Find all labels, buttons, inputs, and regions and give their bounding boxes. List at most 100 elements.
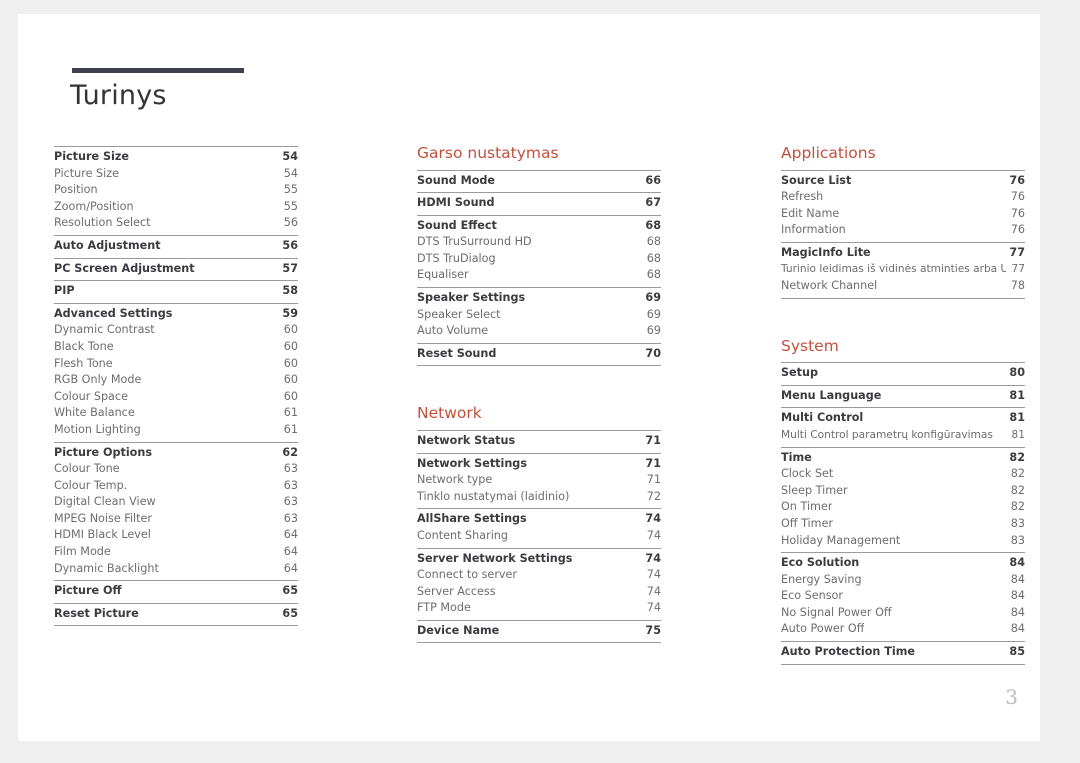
toc-group: Eco Solution 84 Energy Saving 84 Eco Sensor 8… bbox=[781, 552, 1025, 641]
toc-entry-sub[interactable]: Position 55 bbox=[54, 182, 298, 199]
toc-entry-sub[interactable]: DTS TruDialog 68 bbox=[417, 251, 661, 268]
toc-entry-page: 68 bbox=[645, 218, 661, 232]
toc-entry-page: 56 bbox=[283, 216, 298, 230]
toc-entry-main[interactable]: Source List 76 bbox=[781, 173, 1025, 190]
toc-entry-sub[interactable]: Digital Clean View 63 bbox=[54, 494, 298, 511]
toc-entry-label: Film Mode bbox=[54, 545, 111, 559]
toc-entry-label: MagicInfo Lite bbox=[781, 245, 871, 259]
toc-entry-main[interactable]: PC Screen Adjustment 57 bbox=[54, 261, 298, 278]
toc-entry-sub[interactable]: Black Tone 60 bbox=[54, 339, 298, 356]
toc-entry-page: 84 bbox=[1010, 605, 1025, 619]
toc-entry-sub[interactable]: Energy Saving 84 bbox=[781, 572, 1025, 589]
toc-entry-sub[interactable]: Tinklo nustatymai (laidinio) 72 bbox=[417, 489, 661, 506]
toc-entry-label: No Signal Power Off bbox=[781, 605, 892, 619]
toc-entry-sub[interactable]: Eco Sensor 84 bbox=[781, 588, 1025, 605]
toc-entry-page: 55 bbox=[283, 183, 298, 197]
toc-entry-sub[interactable]: Sleep Timer 82 bbox=[781, 483, 1025, 500]
toc-entry-page: 74 bbox=[646, 528, 661, 542]
toc-entry-main[interactable]: Advanced Settings 59 bbox=[54, 306, 298, 323]
toc-entry-sub[interactable]: Zoom/Position 55 bbox=[54, 199, 298, 216]
toc-entry-sub[interactable]: Film Mode 64 bbox=[54, 544, 298, 561]
toc-column-2: Garso nustatymas Sound Mode 66 HDMI Sound 67… bbox=[417, 145, 661, 644]
toc-entry-sub[interactable]: Colour Space 60 bbox=[54, 389, 298, 406]
toc-entry-label: Sound Effect bbox=[417, 218, 497, 232]
toc-entry-label: Speaker Settings bbox=[417, 291, 526, 305]
toc-entry-main[interactable]: Auto Protection Time 85 bbox=[781, 644, 1025, 661]
toc-entry-main[interactable]: Picture Size 54 bbox=[54, 149, 298, 166]
toc-group: Menu Language 81 bbox=[781, 384, 1025, 408]
toc-entry-sub[interactable]: FTP Mode 74 bbox=[417, 600, 661, 617]
toc-entry-sub[interactable]: No Signal Power Off 84 bbox=[781, 605, 1025, 622]
toc-entry-main[interactable]: Sound Mode 66 bbox=[417, 173, 661, 190]
toc-entry-main[interactable]: Time 82 bbox=[781, 450, 1025, 467]
toc-entry-label: Server Network Settings bbox=[417, 551, 573, 565]
toc-entry-main[interactable]: PIP 58 bbox=[54, 283, 298, 300]
toc-entry-label: FTP Mode bbox=[417, 601, 471, 615]
toc-entry-main[interactable]: Picture Options 62 bbox=[54, 445, 298, 462]
toc-entry-page: 82 bbox=[1010, 467, 1025, 481]
toc-entry-main[interactable]: Multi Control 81 bbox=[781, 410, 1025, 427]
toc-entry-sub[interactable]: Clock Set 82 bbox=[781, 466, 1025, 483]
toc-entry-main[interactable]: Reset Sound 70 bbox=[417, 346, 661, 363]
toc-group: Picture Off 65 bbox=[54, 580, 298, 603]
toc-entry-sub[interactable]: DTS TruSurround HD 68 bbox=[417, 234, 661, 251]
toc-entry-sub[interactable]: Colour Tone 63 bbox=[54, 461, 298, 478]
toc-entry-label: Refresh bbox=[781, 190, 824, 204]
toc-entry-sub[interactable]: MPEG Noise Filter 63 bbox=[54, 511, 298, 528]
toc-entry-sub[interactable]: Edit Name 76 bbox=[781, 206, 1025, 223]
toc-group: Device Name 75 bbox=[417, 619, 661, 644]
toc-entry-page: 63 bbox=[283, 511, 298, 525]
toc-entry-main[interactable]: Eco Solution 84 bbox=[781, 555, 1025, 572]
toc-entry-label: Zoom/Position bbox=[54, 199, 134, 213]
toc-entry-sub[interactable]: Picture Size 54 bbox=[54, 166, 298, 183]
toc-entry-main[interactable]: Sound Effect 68 bbox=[417, 218, 661, 235]
toc-entry-sub[interactable]: On Timer 82 bbox=[781, 499, 1025, 516]
toc-entry-label: Motion Lighting bbox=[54, 422, 141, 436]
toc-entry-sub[interactable]: Auto Power Off 84 bbox=[781, 621, 1025, 638]
toc-entry-main[interactable]: Speaker Settings 69 bbox=[417, 290, 661, 307]
toc-entry-label: Colour Space bbox=[54, 389, 128, 403]
toc-entry-main[interactable]: Network Settings 71 bbox=[417, 456, 661, 473]
toc-entry-label: Device Name bbox=[417, 623, 500, 637]
toc-entry-page: 84 bbox=[1010, 572, 1025, 586]
toc-group: Sound Mode 66 bbox=[417, 169, 661, 193]
toc-entry-sub[interactable]: Equaliser 68 bbox=[417, 267, 661, 284]
toc-entry-label: Time bbox=[781, 450, 812, 464]
toc-entry-main[interactable]: MagicInfo Lite 77 bbox=[781, 245, 1025, 262]
toc-entry-sub[interactable]: Auto Volume 69 bbox=[417, 323, 661, 340]
toc-entry-main[interactable]: Network Status 71 bbox=[417, 433, 661, 450]
toc-entry-sub[interactable]: Dynamic Contrast 60 bbox=[54, 322, 298, 339]
toc-entry-sub[interactable]: Resolution Select 56 bbox=[54, 215, 298, 232]
toc-entry-main[interactable]: Menu Language 81 bbox=[781, 388, 1025, 405]
toc-entry-sub[interactable]: Network Channel 78 bbox=[781, 278, 1025, 295]
toc-entry-sub[interactable]: Colour Temp. 63 bbox=[54, 478, 298, 495]
toc-entry-sub[interactable]: Speaker Select 69 bbox=[417, 307, 661, 324]
toc-entry-main[interactable]: Reset Picture 65 bbox=[54, 606, 298, 623]
toc-entry-sub[interactable]: RGB Only Mode 60 bbox=[54, 372, 298, 389]
toc-entry-sub[interactable]: Connect to server 74 bbox=[417, 567, 661, 584]
toc-entry-sub[interactable]: Content Sharing 74 bbox=[417, 528, 661, 545]
toc-entry-label: Auto Volume bbox=[417, 324, 489, 338]
toc-entry-sub[interactable]: Motion Lighting 61 bbox=[54, 422, 298, 439]
toc-entry-sub[interactable]: Network type 71 bbox=[417, 472, 661, 489]
toc-entry-sub[interactable]: Dynamic Backlight 64 bbox=[54, 561, 298, 578]
toc-entry-page: 74 bbox=[646, 584, 661, 598]
toc-group: Auto Adjustment 56 bbox=[54, 234, 298, 258]
toc-entry-main[interactable]: Auto Adjustment 56 bbox=[54, 238, 298, 255]
toc-entry-sub[interactable]: Server Access 74 bbox=[417, 584, 661, 601]
toc-entry-main[interactable]: AllShare Settings 74 bbox=[417, 511, 661, 528]
toc-entry-sub[interactable]: Information 76 bbox=[781, 222, 1025, 239]
toc-entry-main[interactable]: Device Name 75 bbox=[417, 623, 661, 640]
toc-entry-sub[interactable]: Off Timer 83 bbox=[781, 516, 1025, 533]
toc-entry-sub[interactable]: White Balance 61 bbox=[54, 405, 298, 422]
toc-entry-sub[interactable]: Flesh Tone 60 bbox=[54, 356, 298, 373]
toc-entry-main[interactable]: Picture Off 65 bbox=[54, 583, 298, 600]
toc-entry-main[interactable]: Server Network Settings 74 bbox=[417, 551, 661, 568]
toc-entry-sub[interactable]: Turinio leidimas iš vidinės atminties ar… bbox=[781, 261, 1025, 278]
toc-entry-sub[interactable]: Refresh 76 bbox=[781, 189, 1025, 206]
toc-entry-main[interactable]: HDMI Sound 67 bbox=[417, 195, 661, 212]
toc-entry-sub[interactable]: HDMI Black Level 64 bbox=[54, 527, 298, 544]
toc-entry-main[interactable]: Setup 80 bbox=[781, 365, 1025, 382]
toc-entry-sub[interactable]: Multi Control parametrų konfigūravimas 81 bbox=[781, 427, 1025, 444]
toc-entry-sub[interactable]: Holiday Management 83 bbox=[781, 533, 1025, 550]
